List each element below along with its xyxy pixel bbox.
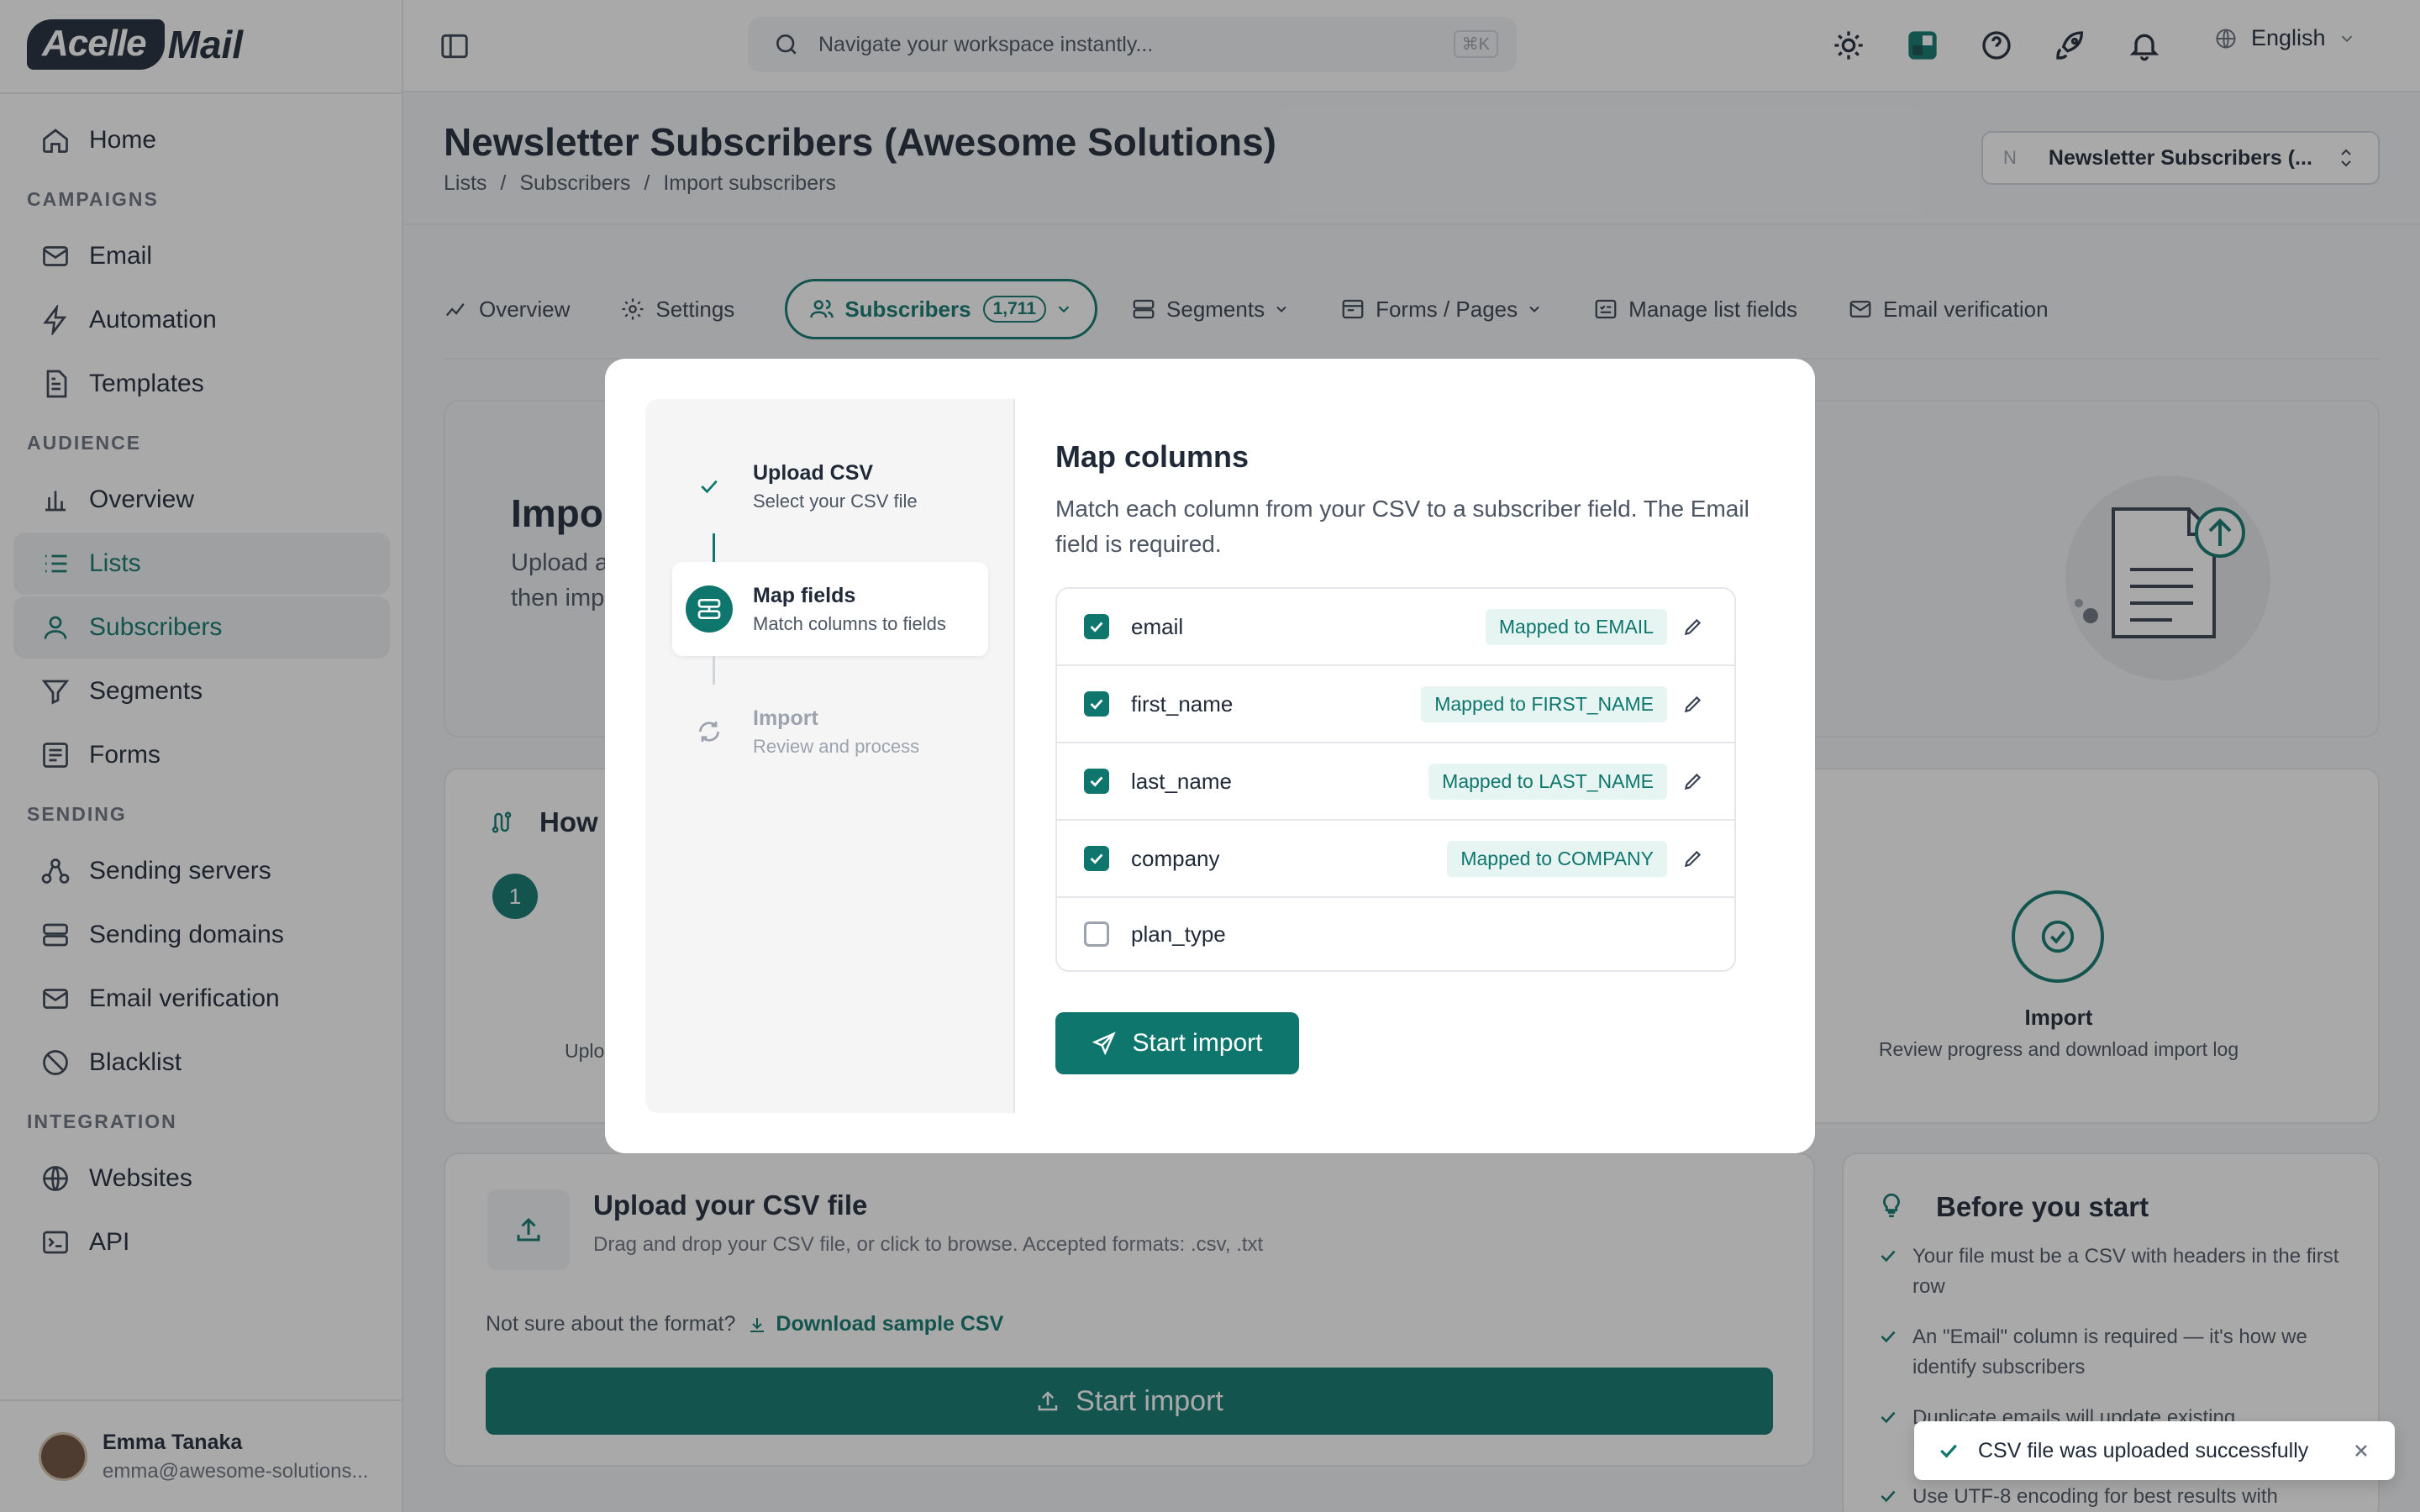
start-import-label: Start import bbox=[1132, 1029, 1263, 1057]
step-title: Upload CSV bbox=[753, 460, 874, 485]
step-connector bbox=[713, 656, 715, 685]
field-name: email bbox=[1131, 613, 1184, 639]
field-name: company bbox=[1131, 845, 1220, 871]
pencil-icon[interactable] bbox=[1682, 770, 1704, 792]
pencil-icon[interactable] bbox=[1682, 693, 1704, 715]
check-icon bbox=[1090, 776, 1103, 787]
field-checkbox[interactable] bbox=[1084, 769, 1109, 794]
step-done-marker bbox=[686, 463, 733, 510]
check-icon bbox=[1940, 1444, 1957, 1458]
mapped-badge: Mapped to LAST_NAME bbox=[1428, 763, 1667, 800]
step-map-fields[interactable]: Map fields Match columns to fields bbox=[672, 562, 988, 656]
toast-message: CSV file was uploaded successfully bbox=[1978, 1438, 2309, 1462]
check-icon bbox=[701, 480, 718, 494]
map-columns-panel: Map columns Match each column from your … bbox=[1055, 399, 1778, 1074]
pencil-icon[interactable] bbox=[1682, 616, 1704, 638]
mapped-badge: Mapped to FIRST_NAME bbox=[1421, 685, 1667, 722]
field-row-plan-type: plan_type bbox=[1057, 898, 1734, 970]
field-checkbox[interactable] bbox=[1084, 846, 1109, 871]
check-icon bbox=[1090, 699, 1103, 710]
field-row-email: email Mapped to EMAIL bbox=[1057, 589, 1734, 666]
step-connector bbox=[713, 533, 715, 562]
import-wizard-modal: Upload CSV Select your CSV file Map fiel… bbox=[605, 359, 1815, 1153]
step-subtitle: Match columns to fields bbox=[753, 612, 946, 634]
field-row-last-name: last_name Mapped to LAST_NAME bbox=[1057, 743, 1734, 821]
step-pending-marker bbox=[686, 708, 733, 755]
field-row-company: company Mapped to COMPANY bbox=[1057, 821, 1734, 898]
modal-description: Match each column from your CSV to a sub… bbox=[1055, 496, 1749, 557]
mapped-badge: Mapped to EMAIL bbox=[1485, 608, 1667, 645]
send-icon bbox=[1092, 1032, 1117, 1056]
field-name: plan_type bbox=[1131, 921, 1226, 947]
field-name: last_name bbox=[1131, 768, 1232, 794]
close-icon[interactable] bbox=[2351, 1441, 2371, 1461]
wizard-steps: Upload CSV Select your CSV file Map fiel… bbox=[645, 399, 1015, 1113]
step-upload-csv[interactable]: Upload CSV Select your CSV file bbox=[672, 439, 988, 533]
check-icon bbox=[1090, 853, 1103, 864]
field-checkbox[interactable] bbox=[1084, 691, 1109, 717]
step-subtitle: Select your CSV file bbox=[753, 490, 918, 512]
pencil-icon[interactable] bbox=[1682, 848, 1704, 869]
mapped-badge: Mapped to COMPANY bbox=[1447, 840, 1667, 877]
step-title: Import bbox=[753, 706, 818, 730]
success-toast: CSV file was uploaded successfully bbox=[1914, 1421, 2395, 1480]
start-import-button[interactable]: Start import bbox=[1055, 1012, 1299, 1074]
step-subtitle: Review and process bbox=[753, 735, 920, 757]
field-mapping-list: email Mapped to EMAIL first_name Mapped … bbox=[1055, 587, 1736, 972]
check-icon bbox=[1090, 622, 1103, 633]
refresh-icon bbox=[699, 722, 719, 742]
field-name: first_name bbox=[1131, 690, 1234, 717]
field-checkbox[interactable] bbox=[1084, 614, 1109, 639]
mapping-icon bbox=[697, 599, 721, 619]
field-row-first-name: first_name Mapped to FIRST_NAME bbox=[1057, 666, 1734, 743]
modal-title: Map columns bbox=[1055, 439, 1249, 474]
step-import[interactable]: Import Review and process bbox=[672, 685, 988, 779]
step-title: Map fields bbox=[753, 583, 856, 607]
field-checkbox[interactable] bbox=[1084, 921, 1109, 947]
step-current-marker bbox=[686, 585, 733, 633]
